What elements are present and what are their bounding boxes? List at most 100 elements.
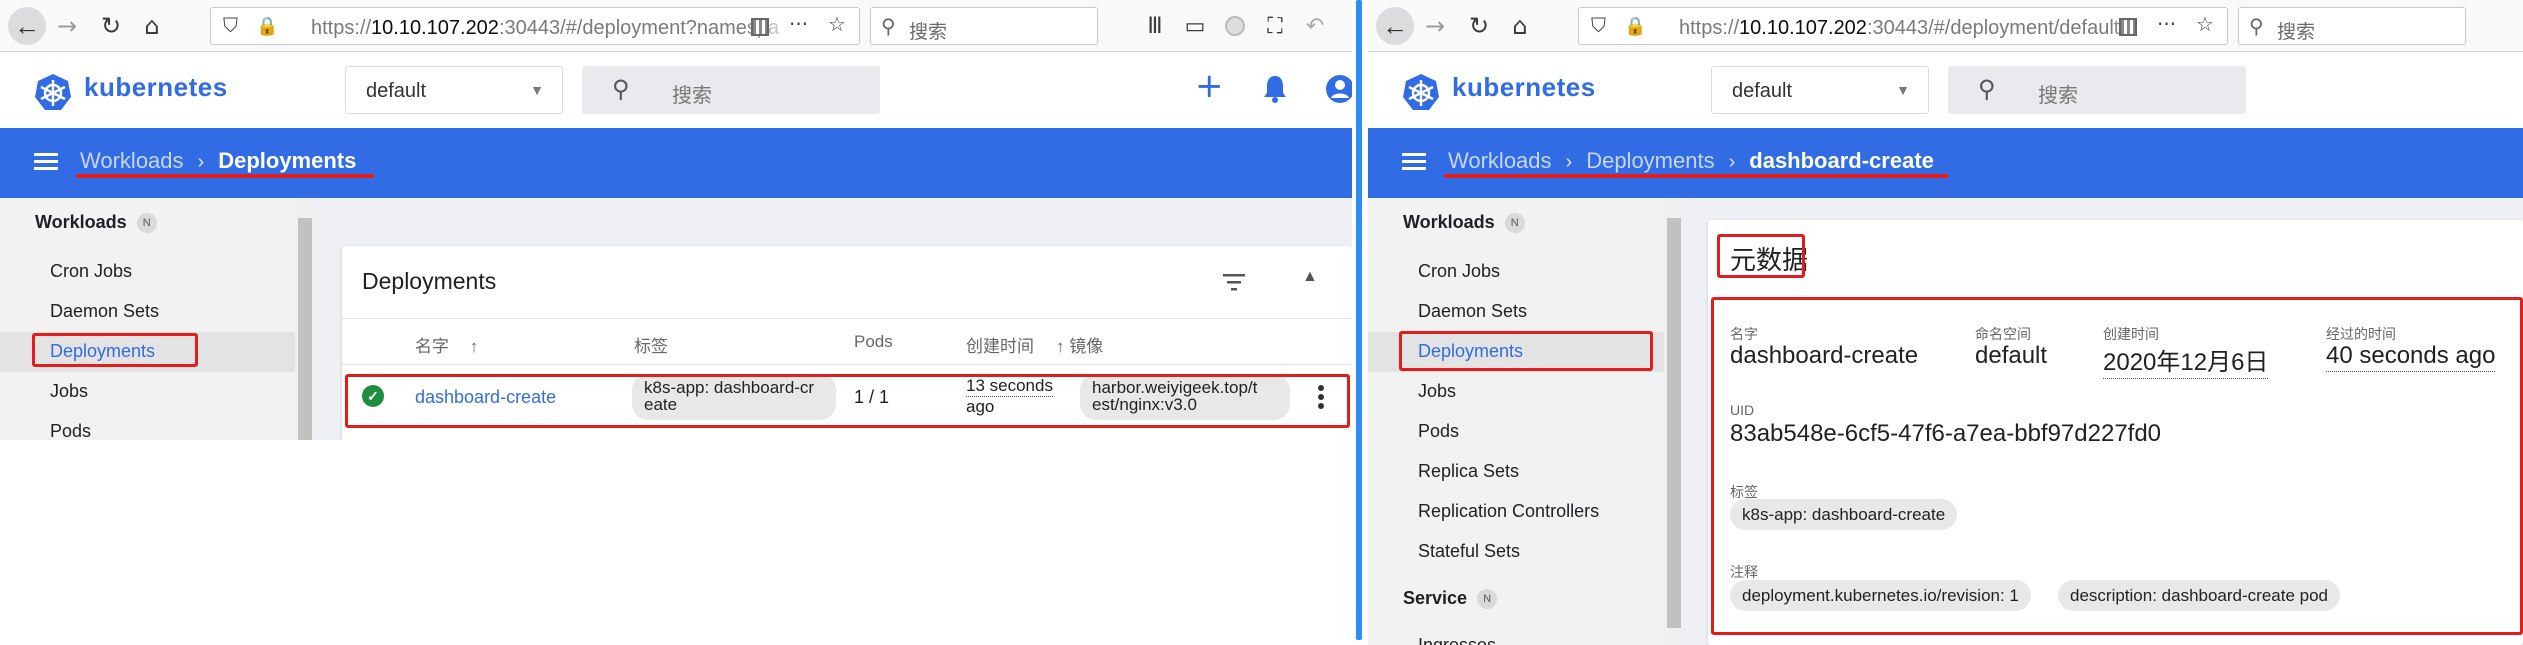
app-header: kubernetes default ▼ ⚲ 搜索 [1368, 52, 2523, 128]
lock-warning-icon: 🔒 [256, 16, 279, 37]
extension-icon[interactable] [1220, 10, 1250, 42]
menu-hamburger-icon[interactable] [1402, 153, 1426, 171]
collapse-card-icon[interactable]: ▲ [1302, 268, 1318, 286]
home-button[interactable]: ⌂ [1505, 10, 1535, 42]
sort-arrow-up-icon: ↑ [1056, 337, 1065, 356]
sidebar-item-cron-jobs[interactable]: Cron Jobs [1418, 261, 1500, 282]
filter-icon[interactable] [1222, 272, 1246, 292]
sidebar-scroll-thumb[interactable] [1667, 218, 1681, 628]
sidebar-item-pods[interactable]: Pods [50, 421, 91, 442]
sidebar-item-daemon-sets[interactable]: Daemon Sets [1418, 301, 1527, 322]
column-header-image[interactable]: ↑ 镜像 [1056, 332, 1103, 357]
breadcrumb-red-underline [1444, 174, 1948, 178]
menu-hamburger-icon[interactable] [34, 153, 58, 171]
back-button[interactable]: ← [8, 7, 46, 45]
forward-button[interactable]: → [52, 10, 82, 42]
breadcrumb-chevron-icon: › [1565, 151, 1573, 173]
shield-icon: ⛉ [1591, 13, 1606, 37]
namespace-select[interactable]: default ▼ [345, 66, 563, 114]
reload-icon: ↻ [100, 12, 122, 40]
breadcrumb-workloads[interactable]: Workloads [80, 148, 184, 173]
home-icon: ⌂ [1512, 12, 1528, 40]
url-scheme: https:// [311, 17, 372, 39]
new-badge: N [136, 213, 157, 233]
reload-button[interactable]: ↻ [1464, 10, 1494, 42]
screenshot-composite: ← → ↻ ⌂ ⛉ 🔒 https://10.10.107.202:30443/… [0, 0, 2523, 645]
sidebar-deployments-red-box [1399, 331, 1653, 371]
column-header-labels: 标签 [634, 337, 668, 356]
card-title: Deployments [362, 268, 497, 294]
search-icon: ⚲ [881, 16, 896, 38]
column-header-created[interactable]: 创建时间 [966, 332, 1034, 357]
column-header-pods: Pods [854, 332, 893, 351]
reload-button[interactable]: ↻ [96, 10, 126, 42]
breadcrumb-red-underline [76, 174, 374, 178]
sidebar-item-cron-jobs[interactable]: Cron Jobs [50, 261, 132, 282]
home-button[interactable]: ⌂ [137, 10, 167, 42]
sidebar-item-replication-controllers[interactable]: Replication Controllers [1418, 501, 1599, 522]
breadcrumb-deployments[interactable]: Deployments [1586, 148, 1714, 173]
breadcrumb-workloads[interactable]: Workloads [1448, 148, 1552, 173]
app-search-box[interactable]: ⚲ 搜索 [1948, 66, 2246, 114]
sidebar-item-replica-sets[interactable]: Replica Sets [1418, 461, 1519, 482]
browser-search-box[interactable]: ⚲ 搜索 [2238, 7, 2466, 45]
dropdown-arrow-icon: ▼ [530, 82, 544, 98]
notification-bell-icon[interactable] [1262, 74, 1288, 104]
sidebar-scrollbar[interactable] [1664, 198, 1684, 645]
library-icon[interactable]: Ⅲ [1140, 10, 1170, 42]
sidebar-section-service[interactable]: Service N [1403, 588, 1498, 609]
card-divider [342, 318, 1352, 319]
home-icon: ⌂ [144, 12, 160, 40]
sidebar-item-pods[interactable]: Pods [1418, 421, 1459, 442]
create-plus-icon[interactable]: + [1195, 66, 1224, 106]
kubernetes-logo-icon[interactable] [33, 72, 73, 112]
namespace-value: default [366, 80, 427, 102]
back-button[interactable]: ← [1376, 7, 1414, 45]
sidebar-item-stateful-sets[interactable]: Stateful Sets [1418, 541, 1520, 562]
page-actions-icon[interactable]: ··· [789, 12, 808, 36]
kubernetes-logo-icon[interactable] [1401, 72, 1441, 112]
sidebar-section-workloads[interactable]: Workloads N [1403, 212, 1525, 233]
reload-icon: ↻ [1468, 12, 1490, 40]
breadcrumb-chevron-icon: › [1728, 151, 1736, 173]
left-browser-window: ← → ↻ ⌂ ⛉ 🔒 https://10.10.107.202:30443/… [0, 0, 1352, 645]
back-arrow-icon: ← [1382, 10, 1408, 41]
qr-code-icon[interactable] [751, 18, 769, 36]
sidebar-icon[interactable]: ▭ [1180, 10, 1210, 42]
sort-arrow-up-icon: ↑ [469, 337, 479, 356]
undo-icon[interactable]: ↶ [1300, 10, 1330, 42]
lock-warning-icon: 🔒 [1624, 16, 1647, 37]
url-text: https://10.10.107.202:30443/#/deployment… [311, 17, 779, 40]
breadcrumb-bar: Workloads › Deployments › dashboard-create [1368, 128, 2523, 198]
app-search-placeholder: 搜索 [2038, 85, 2078, 107]
app-logo-text: kubernetes [1452, 72, 1596, 102]
bookmark-star-icon[interactable]: ☆ [2196, 12, 2214, 36]
qr-code-icon[interactable] [2119, 18, 2137, 36]
bookmark-star-icon[interactable]: ☆ [828, 12, 846, 36]
app-search-box[interactable]: ⚲ 搜索 [582, 66, 880, 114]
address-bar[interactable]: ⛉ 🔒 https://10.10.107.202:30443/#/deploy… [210, 7, 860, 45]
search-icon: ⚲ [1978, 76, 1996, 103]
account-avatar-icon[interactable] [1325, 74, 1352, 104]
sidebar-item-jobs[interactable]: Jobs [1418, 381, 1456, 402]
browser-search-box[interactable]: ⚲ 搜索 [870, 7, 1098, 45]
page-actions-icon[interactable]: ··· [2157, 12, 2176, 36]
sidebar-item-ingresses[interactable]: Ingresses [1418, 635, 1496, 645]
breadcrumb-deployments: Deployments [218, 148, 357, 173]
screenshot-icon[interactable]: ⛶ [1260, 10, 1290, 42]
title-red-box [1717, 234, 1805, 278]
namespace-select[interactable]: default ▼ [1711, 66, 1929, 114]
sidebar-item-jobs[interactable]: Jobs [50, 381, 88, 402]
sidebar-item-daemon-sets[interactable]: Daemon Sets [50, 301, 159, 322]
metadata-red-box [1711, 297, 2523, 635]
breadcrumb-bar: Workloads › Deployments [0, 128, 1352, 198]
address-bar[interactable]: ⛉ 🔒 https://10.10.107.202:30443/#/deploy… [1578, 7, 2228, 45]
url-scheme: https:// [1679, 17, 1740, 39]
url-host: 10.10.107.202 [371, 17, 499, 39]
namespace-value: default [1732, 80, 1793, 102]
column-header-name[interactable]: 名字 ↑ [415, 332, 478, 357]
sidebar-nav: Workloads N Cron Jobs Daemon Sets Deploym… [1368, 198, 1684, 645]
forward-button[interactable]: → [1420, 10, 1450, 42]
pane-divider [1352, 0, 1368, 645]
sidebar-section-workloads[interactable]: Workloads N [35, 212, 157, 233]
